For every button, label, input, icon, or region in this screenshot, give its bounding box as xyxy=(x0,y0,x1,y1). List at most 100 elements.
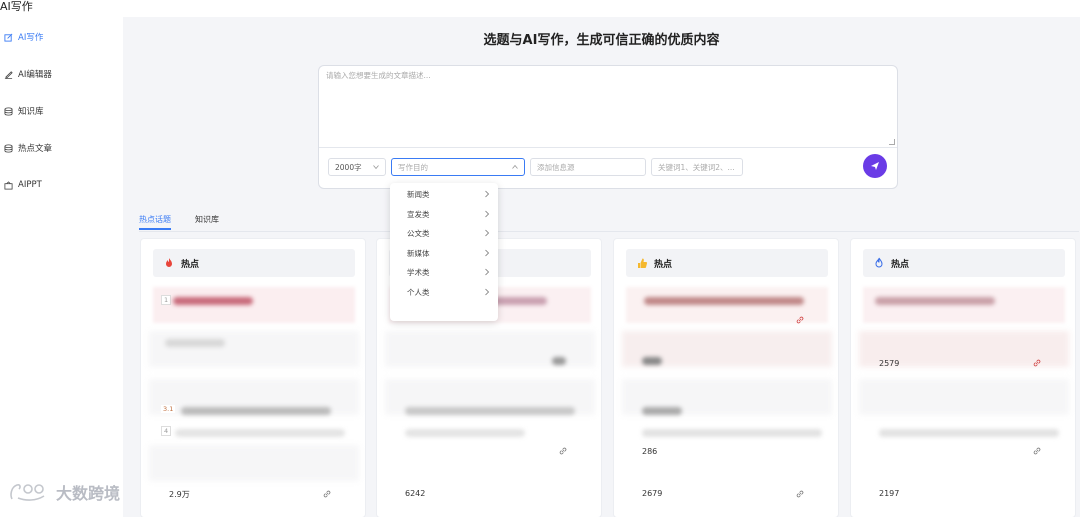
card-header: 热点 xyxy=(863,249,1065,277)
blurred-text xyxy=(642,407,682,415)
option-label: 宣发类 xyxy=(407,209,430,219)
card-header: 热点 xyxy=(626,249,828,277)
word-count-value: 2000字 xyxy=(335,162,362,172)
purpose-option-new-media[interactable]: 新媒体 xyxy=(390,244,498,262)
info-source-input[interactable]: 添加信息源 xyxy=(530,158,646,176)
blurred-text xyxy=(165,339,225,347)
keywords-input[interactable]: 关键词1、关键词2、... xyxy=(651,158,743,176)
writing-purpose-dropdown: 新闻类 宣发类 公文类 新媒体 学术类 个人类 xyxy=(390,183,498,321)
blurred-text xyxy=(552,357,566,365)
chevron-right-icon xyxy=(485,210,490,218)
link-icon[interactable] xyxy=(796,316,804,324)
option-label: 学术类 xyxy=(407,267,430,277)
sidebar-item-ai-editor[interactable]: AI编辑器 xyxy=(0,65,123,83)
hot-topic-card: 热点 286 2679 xyxy=(613,238,839,517)
blurred-row xyxy=(149,331,359,367)
purpose-option-promo[interactable]: 宣发类 xyxy=(390,205,498,223)
content-tabs: 热点话题 知识库 xyxy=(139,212,1079,232)
database-icon xyxy=(3,106,13,116)
sidebar-item-aippt[interactable]: AIPPT xyxy=(0,176,123,194)
blurred-text xyxy=(875,297,995,305)
sidebar-item-label: 知识库 xyxy=(18,107,44,117)
hot-topic-card: 热点 2579 2197 xyxy=(850,238,1076,517)
link-icon[interactable] xyxy=(1033,359,1041,367)
blurred-text xyxy=(644,297,804,305)
resize-handle[interactable] xyxy=(889,139,895,145)
chevron-down-icon xyxy=(373,164,379,170)
purpose-option-official[interactable]: 公文类 xyxy=(390,224,498,242)
flame-outline-icon xyxy=(873,257,885,269)
send-icon xyxy=(871,162,879,170)
blurred-text xyxy=(181,407,331,415)
blurred-row xyxy=(859,379,1069,415)
writing-editor: 2000字 写作目的 添加信息源 关键词1、关键词2、... xyxy=(318,65,898,189)
snippet-text: 3.1 xyxy=(161,405,176,413)
sidebar-item-label: AI写作 xyxy=(18,33,44,43)
option-label: 新媒体 xyxy=(407,248,430,258)
view-count: 2679 xyxy=(642,489,663,498)
watermark-text: 大数跨境 xyxy=(56,484,121,503)
thumb-icon xyxy=(636,257,648,269)
app-title: AI写作 xyxy=(0,0,33,13)
rank-badge: 4 xyxy=(161,426,172,436)
blurred-text xyxy=(175,429,345,437)
purpose-option-news[interactable]: 新闻类 xyxy=(390,185,498,203)
view-count: 2197 xyxy=(879,489,900,498)
link-icon[interactable] xyxy=(559,447,567,455)
mid-count: 2579 xyxy=(879,359,900,368)
sidebar-item-ai-writing[interactable]: AI写作 xyxy=(0,28,123,46)
link-icon[interactable] xyxy=(323,490,331,498)
card-header: 热点 xyxy=(153,249,355,277)
tab-hot-topics[interactable]: 热点话题 xyxy=(139,214,171,230)
option-label: 新闻类 xyxy=(407,189,430,199)
top-bar: AI写作 xyxy=(0,0,1080,17)
rank-badge: 1 xyxy=(161,295,172,305)
chevron-right-icon xyxy=(485,268,490,276)
blurred-text xyxy=(879,429,1059,437)
main-content: 选题与AI写作，生成可信正确的优质内容 2000字 写作目的 添加信息源 关键词… xyxy=(123,17,1080,517)
link-icon[interactable] xyxy=(796,490,804,498)
chevron-up-icon xyxy=(512,164,518,170)
sidebar: AI写作 AI编辑器 知识库 热点文章 AIPPT xyxy=(0,17,123,517)
sidebar-item-knowledge[interactable]: 知识库 xyxy=(0,102,123,120)
send-button[interactable] xyxy=(863,154,887,178)
fire-icon xyxy=(163,257,175,269)
sidebar-item-label: 热点文章 xyxy=(18,144,53,154)
keywords-placeholder: 关键词1、关键词2、... xyxy=(658,162,735,172)
sidebar-item-label: AIPPT xyxy=(18,180,42,190)
highlight-row xyxy=(863,287,1065,323)
blurred-row xyxy=(149,445,359,481)
chevron-right-icon xyxy=(485,229,490,237)
highlight-row xyxy=(153,287,355,323)
sidebar-item-hot-articles[interactable]: 热点文章 xyxy=(0,139,123,157)
chevron-right-icon xyxy=(485,190,490,198)
writing-purpose-placeholder: 写作目的 xyxy=(398,162,428,172)
word-count-select[interactable]: 2000字 xyxy=(328,158,386,176)
blurred-text xyxy=(642,357,662,365)
chevron-right-icon xyxy=(485,288,490,296)
pen-icon xyxy=(3,69,13,79)
page-headline: 选题与AI写作，生成可信正确的优质内容 xyxy=(483,33,720,48)
card-title: 热点 xyxy=(181,259,200,270)
blurred-text xyxy=(642,429,822,437)
card-title: 热点 xyxy=(891,259,910,270)
mid-count: 286 xyxy=(642,447,658,456)
blurred-text xyxy=(405,407,575,415)
purpose-option-personal[interactable]: 个人类 xyxy=(390,283,498,301)
view-count: 2.9万 xyxy=(169,490,190,499)
link-icon[interactable] xyxy=(1033,447,1041,455)
sidebar-item-label: AI编辑器 xyxy=(18,70,52,80)
chevron-right-icon xyxy=(485,249,490,257)
watermark-logo-icon xyxy=(10,484,45,501)
edit-icon xyxy=(3,32,13,42)
option-label: 个人类 xyxy=(407,287,430,297)
view-count: 6242 xyxy=(405,489,426,498)
hot-topic-card: 热点 1 3.1 4 2.9万 xyxy=(140,238,366,517)
watermark: 大数跨境 xyxy=(8,480,120,504)
purpose-option-academic[interactable]: 学术类 xyxy=(390,263,498,281)
writing-purpose-select[interactable]: 写作目的 xyxy=(391,158,525,176)
tab-knowledge-base[interactable]: 知识库 xyxy=(195,214,219,230)
option-label: 公文类 xyxy=(407,228,430,238)
info-source-placeholder: 添加信息源 xyxy=(537,162,575,172)
article-description-input[interactable] xyxy=(319,66,897,148)
